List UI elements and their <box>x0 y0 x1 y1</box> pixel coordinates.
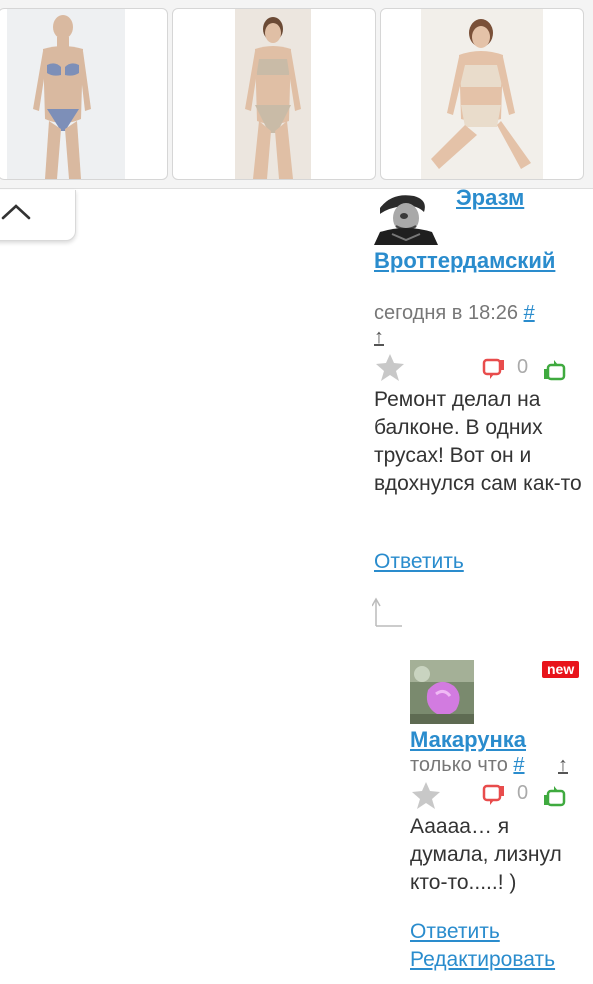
product-carousel <box>0 0 593 189</box>
comment-permalink[interactable]: # <box>524 302 535 324</box>
rating-count: 0 <box>517 782 529 804</box>
comment-timestamp: только что # <box>410 754 525 777</box>
parent-comment-link[interactable]: ↑ <box>374 326 384 349</box>
product-card-3[interactable] <box>380 8 584 180</box>
comment-timestamp: сегодня в 18:26 # <box>374 302 535 325</box>
comment-author-name[interactable]: Эразм <box>456 186 524 210</box>
edit-link[interactable]: Редактировать <box>410 948 555 972</box>
reply-link[interactable]: Ответить <box>374 550 464 574</box>
star-icon[interactable] <box>374 352 406 382</box>
swimsuit-photo-cream <box>431 19 531 169</box>
comment-time: только что <box>410 754 508 776</box>
rating-count: 0 <box>517 356 529 378</box>
product-card-1[interactable] <box>0 8 168 180</box>
avatar[interactable] <box>410 660 474 724</box>
swimsuit-photo-blue <box>33 15 91 179</box>
dislike-icon[interactable] <box>482 783 506 807</box>
new-badge: new <box>542 661 580 678</box>
star-icon[interactable] <box>410 780 442 810</box>
comment-text: Ааааа… я думала, лизнул кто-то.....! ) <box>410 815 562 894</box>
dislike-icon[interactable] <box>482 357 506 381</box>
collapse-button[interactable] <box>0 190 76 241</box>
comment-author-name-continued[interactable]: Вроттердамский <box>374 248 555 274</box>
comment-text: Ремонт делал на балконе. В одних трусах!… <box>374 388 582 495</box>
like-icon[interactable] <box>542 358 566 382</box>
comment-permalink[interactable]: # <box>513 754 524 776</box>
swimsuit-photo-beige <box>245 17 301 179</box>
reply-thread-arrow-icon <box>372 597 402 627</box>
comment-author-name[interactable]: Макарунка <box>410 727 526 753</box>
like-icon[interactable] <box>542 784 566 808</box>
chevron-up-icon <box>1 204 31 220</box>
product-card-2[interactable] <box>172 8 376 180</box>
avatar[interactable] <box>374 190 438 245</box>
reply-link[interactable]: Ответить <box>410 920 500 944</box>
parent-comment-link[interactable]: ↑ <box>558 754 568 777</box>
comment-time: сегодня в 18:26 <box>374 302 518 324</box>
